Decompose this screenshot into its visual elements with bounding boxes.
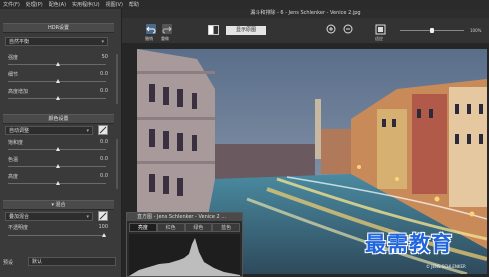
brush-button[interactable]: [98, 211, 108, 221]
brush-button[interactable]: [98, 125, 108, 135]
settings-panel: HDR设置 自然平衡 ▾ 强度 50 细节 0.0 高度增加 0.0 颜色设置 …: [0, 9, 122, 277]
preset-label: 预设: [3, 260, 14, 266]
slider-label-brightness: 高度: [8, 174, 19, 180]
slider-detail[interactable]: [8, 79, 106, 83]
slider-thumb[interactable]: [56, 62, 60, 66]
slider-label-temperature: 色温: [8, 157, 19, 163]
undo-icon: [146, 26, 156, 34]
slider-value-detail: 0.0: [100, 71, 108, 77]
slider-temperature[interactable]: [8, 164, 106, 168]
panel-scrollbar[interactable]: [116, 54, 118, 104]
watermark-text: 最需教育: [365, 232, 453, 256]
section-hdr-blend[interactable]: ▾ 混合: [3, 200, 114, 210]
menu-help[interactable]: 帮助: [126, 1, 142, 8]
menu-process[interactable]: 处理(P): [23, 1, 46, 8]
section-hdr-color[interactable]: 颜色设置: [3, 114, 114, 124]
color-preset-dropdown[interactable]: 自动调整 ▾: [5, 126, 93, 135]
slider-label-strength: 强度: [8, 55, 19, 61]
slider-strength[interactable]: [8, 62, 106, 66]
tab-green[interactable]: 绿色: [184, 223, 213, 232]
hdr-preset-dropdown[interactable]: 自然平衡 ▾: [5, 37, 108, 46]
menu-bar: 文件(F) 处理(P) 配色(A) 实用程序(U) 视图(V) 帮助: [0, 0, 489, 9]
zoom-slider[interactable]: [400, 28, 464, 33]
zoom-out-icon[interactable]: [343, 24, 354, 35]
chevron-down-icon: ▾: [101, 39, 104, 45]
tab-red[interactable]: 红色: [156, 223, 185, 232]
slider-label-saturation: 饱和度: [8, 140, 24, 146]
chevron-down-icon: ▾: [86, 214, 89, 220]
undo-label: 撤销: [145, 36, 153, 41]
brush-icon: [99, 126, 107, 134]
menu-utilities[interactable]: 实用程序(U): [69, 1, 103, 8]
histogram-title[interactable]: 直方图 - Jens Schlenker - Venice 2 ...: [127, 213, 242, 221]
redo-button[interactable]: [162, 24, 172, 34]
slider-label-detail: 细节: [8, 72, 19, 78]
hdr-preset-value: 自然平衡: [9, 39, 30, 45]
brush-icon: [99, 212, 107, 220]
section-hdr-settings[interactable]: HDR设置: [3, 23, 114, 33]
split-view-icon[interactable]: [208, 25, 219, 35]
chevron-down-icon: ▾: [86, 128, 89, 134]
slider-thumb[interactable]: [56, 79, 60, 83]
preset-value: 默认: [32, 259, 43, 265]
slider-highlight[interactable]: [8, 96, 106, 100]
slider-label-opacity: 不透明度: [8, 225, 29, 231]
blend-mode-value: 叠加混合: [9, 214, 30, 220]
slider-brightness[interactable]: [8, 181, 106, 185]
slider-value-opacity: 100: [98, 224, 108, 230]
slider-opacity[interactable]: [8, 233, 106, 237]
menu-file[interactable]: 文件(F): [0, 1, 23, 8]
menu-view[interactable]: 视图(V): [103, 1, 126, 8]
tab-blue[interactable]: 蓝色: [212, 223, 240, 232]
zoom-value: 100%: [470, 28, 482, 33]
zoom-slider-thumb[interactable]: [430, 28, 434, 33]
redo-label: 重做: [161, 36, 169, 41]
zoom-in-icon[interactable]: [326, 24, 337, 35]
slider-saturation[interactable]: [8, 147, 106, 151]
window-title: 漏斗和排除 - 6 - Jens Schlenker - Venice 2.jp…: [122, 9, 489, 18]
slider-value-brightness: 0.0: [100, 173, 108, 179]
fit-label: 适应: [375, 36, 383, 41]
fit-screen-icon[interactable]: [375, 24, 386, 35]
slider-thumb[interactable]: [102, 233, 106, 237]
slider-thumb[interactable]: [56, 96, 60, 100]
histogram-window[interactable]: 直方图 - Jens Schlenker - Venice 2 ... 亮度 红…: [126, 212, 243, 277]
color-preset-value: 自动调整: [9, 128, 30, 134]
undo-button[interactable]: [146, 24, 156, 34]
redo-icon: [162, 26, 172, 34]
compare-button[interactable]: 显示原图: [226, 26, 266, 35]
histogram-tabs: 亮度 红色 绿色 蓝色: [129, 223, 240, 232]
menu-color[interactable]: 配色(A): [46, 1, 69, 8]
histogram-graph: [129, 234, 240, 276]
slider-thumb[interactable]: [56, 164, 60, 168]
slider-thumb[interactable]: [56, 181, 60, 185]
slider-thumb[interactable]: [56, 147, 60, 151]
panel-scrollbar[interactable]: [116, 139, 118, 189]
photo-credit: © JENS SCHLENKER: [426, 264, 466, 269]
slider-value-saturation: 0.0: [100, 139, 108, 145]
blend-mode-dropdown[interactable]: 叠加混合 ▾: [5, 212, 93, 221]
preset-dropdown[interactable]: 默认: [28, 257, 116, 266]
slider-value-highlight: 0.0: [100, 88, 108, 94]
slider-value-strength: 50: [101, 54, 108, 60]
section-hdr-blend-label: 混合: [55, 202, 66, 208]
slider-label-highlight: 高度增加: [8, 89, 29, 95]
slider-value-temperature: 0.0: [100, 156, 108, 162]
tab-luminance[interactable]: 亮度: [129, 223, 157, 232]
